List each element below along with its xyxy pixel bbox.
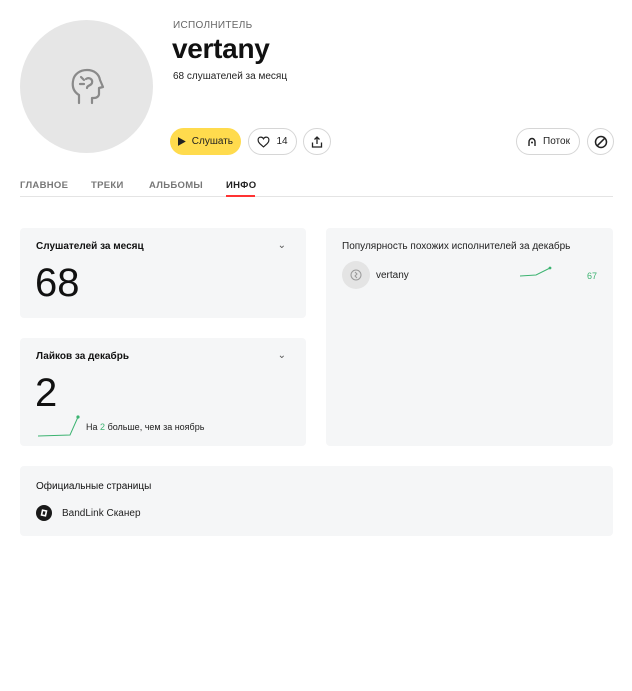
play-icon: [178, 137, 186, 146]
heart-icon: [257, 136, 270, 148]
likes-change-suffix: больше, чем за ноябрь: [107, 422, 205, 432]
likes-change-prefix: На: [86, 422, 98, 432]
likes-trend-sparkline: [38, 415, 80, 437]
tab-tracks[interactable]: ТРЕКИ: [91, 180, 124, 191]
artist-kind-label: ИСПОЛНИТЕЛЬ: [173, 20, 253, 31]
bandlink-link[interactable]: BandLink Сканер: [36, 505, 141, 521]
artist-tabs: ГЛАВНОЕ ТРЕКИ АЛЬБОМЫ ИНФО: [20, 176, 613, 197]
tab-albums[interactable]: АЛЬБОМЫ: [149, 180, 203, 191]
flow-button[interactable]: Поток: [516, 128, 580, 155]
active-tab-underline: [226, 195, 255, 197]
similar-artist-sparkline: [520, 266, 552, 277]
share-icon: [311, 135, 323, 148]
likes-count: 14: [276, 136, 288, 147]
similar-popularity-card: Популярность похожих исполнителей за дек…: [326, 228, 613, 446]
block-icon: [594, 135, 607, 148]
similar-artist-value: 67: [586, 271, 597, 281]
chevron-down-icon[interactable]: ⌄: [278, 240, 286, 251]
likes-value: 2: [35, 371, 58, 415]
flow-button-label: Поток: [543, 136, 570, 147]
like-button[interactable]: 14: [248, 128, 297, 155]
official-pages-title: Официальные страницы: [36, 481, 152, 492]
person-profile-icon: [350, 269, 362, 281]
bandlink-icon: [36, 505, 52, 521]
similar-artist-avatar[interactable]: [342, 261, 370, 289]
monthly-listeners-text: 68 слушателей за месяц: [173, 71, 288, 82]
listeners-card: Слушателей за месяц ⌄ 68: [20, 228, 306, 318]
share-button[interactable]: [303, 128, 331, 155]
person-profile-icon: [71, 68, 104, 104]
tab-info[interactable]: ИНФО: [226, 180, 256, 191]
similar-artist-name[interactable]: vertany: [376, 270, 409, 281]
likes-change-value: 2: [100, 422, 106, 432]
similar-popularity-title: Популярность похожих исполнителей за дек…: [342, 241, 571, 252]
artist-name: vertany: [172, 33, 270, 64]
chevron-down-icon[interactable]: ⌄: [278, 350, 286, 361]
tab-main[interactable]: ГЛАВНОЕ: [20, 180, 68, 191]
artist-avatar: [20, 20, 153, 153]
listeners-value: 68: [35, 261, 80, 305]
official-pages-card: Официальные страницы BandLink Сканер: [20, 466, 613, 536]
bandlink-link-label: BandLink Сканер: [62, 507, 141, 519]
play-button-label: Слушать: [191, 136, 233, 147]
listeners-card-title: Слушателей за месяц: [36, 241, 144, 252]
play-button[interactable]: Слушать: [170, 128, 241, 155]
likes-change-text: На 2 больше, чем за ноябрь: [86, 422, 204, 432]
likes-card-title: Лайков за декабрь: [36, 351, 129, 362]
block-artist-button[interactable]: [587, 128, 614, 155]
likes-card: Лайков за декабрь ⌄ 2 На 2 больше, чем з…: [20, 338, 306, 446]
flow-icon: [528, 137, 536, 146]
